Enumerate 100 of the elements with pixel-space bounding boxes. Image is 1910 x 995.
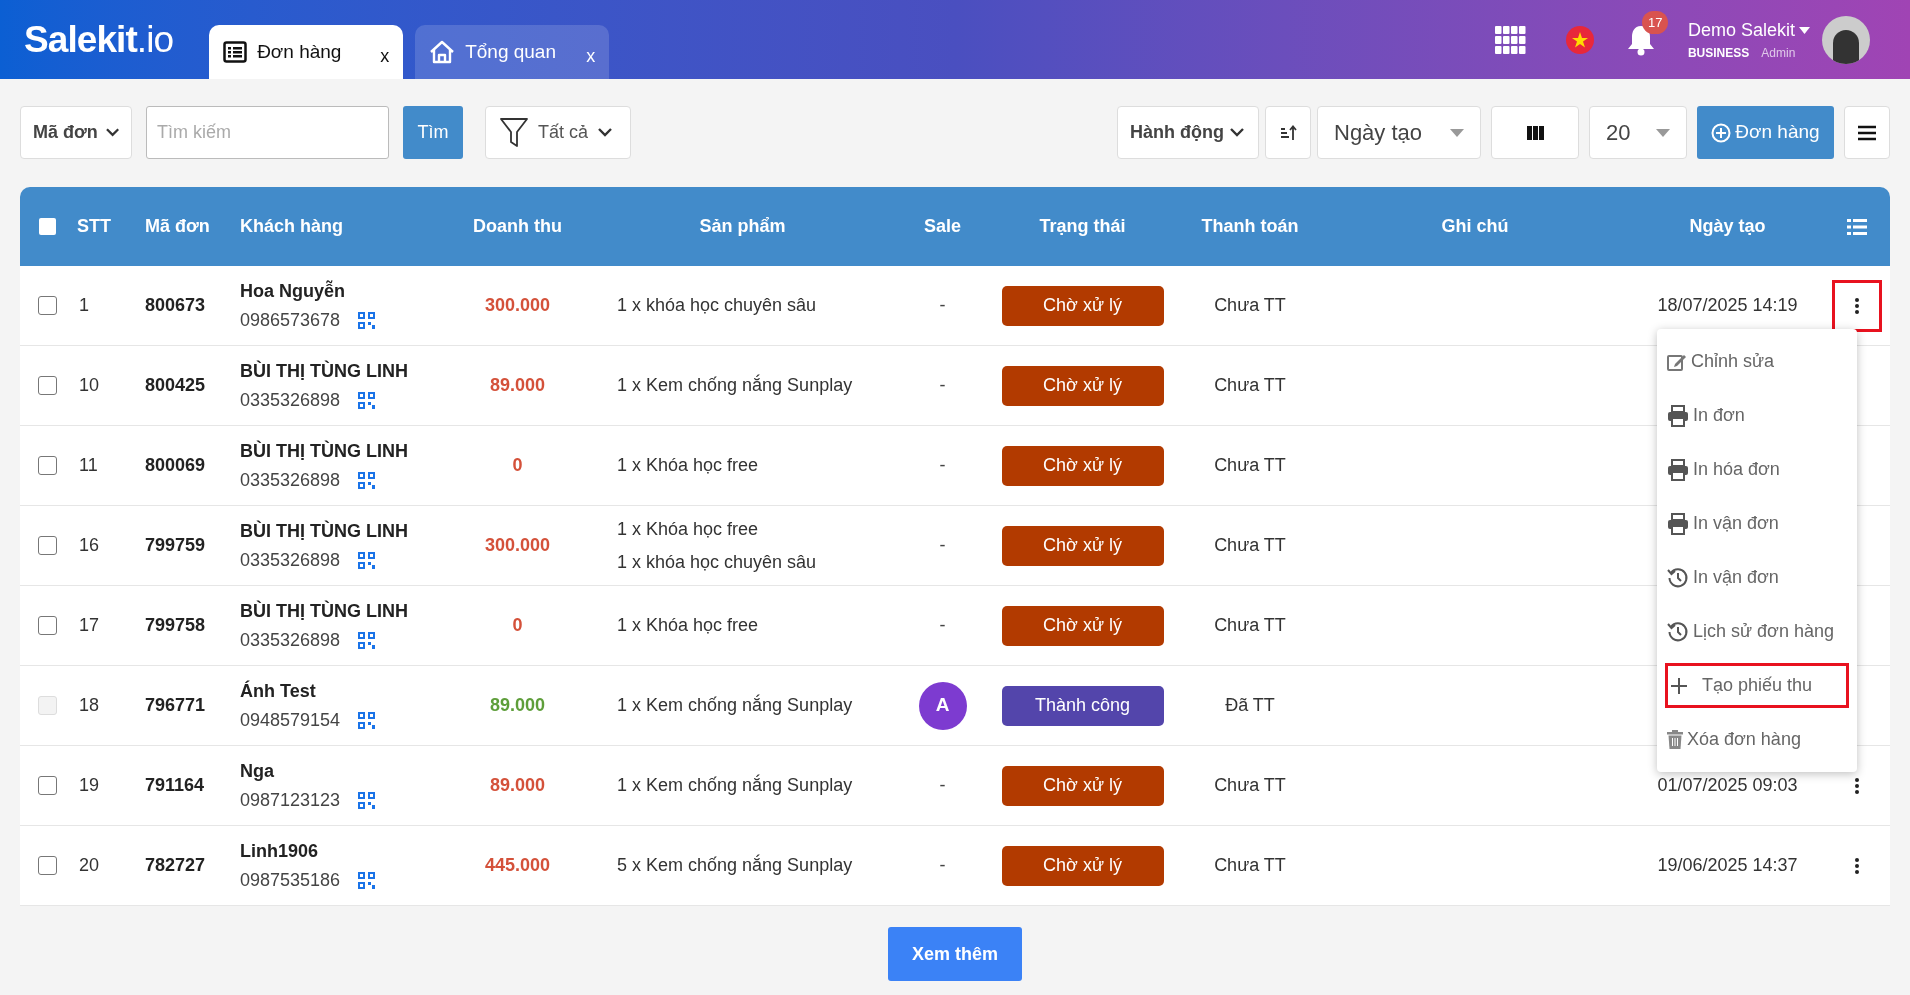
status-badge: Chờ xử lý [1001, 605, 1164, 646]
apps-grid-icon[interactable] [1494, 25, 1526, 54]
filter-select[interactable]: Tất cả [485, 106, 631, 159]
columns-icon [1526, 125, 1544, 140]
qr-code-icon [358, 791, 376, 809]
order-code[interactable]: 782727 [145, 855, 206, 875]
menu-item[interactable]: In đơn [1665, 393, 1849, 438]
row-number: 17 [78, 615, 100, 635]
product-line: 1 x khóa học chuyên sâu [617, 550, 818, 574]
search-field[interactable]: Tìm kiếm [146, 106, 389, 159]
customer-name[interactable]: Hoa Nguyễn [240, 277, 445, 305]
created-date: 18/07/2025 14:19 [1657, 295, 1798, 315]
row-checkbox[interactable] [38, 296, 57, 315]
field-select[interactable]: Mã đơn [20, 106, 132, 159]
menu-item[interactable]: Xóa đơn hàng [1665, 717, 1849, 762]
menu-item[interactable]: Tạo phiếu thu [1665, 663, 1849, 708]
printer-icon [1667, 458, 1689, 481]
column-header[interactable]: Thanh toán [1175, 213, 1325, 240]
menu-button[interactable] [1844, 106, 1890, 159]
row-checkbox[interactable] [38, 376, 57, 395]
more-options-icon[interactable] [1854, 296, 1860, 315]
status-badge: Chờ xử lý [1001, 765, 1164, 806]
menu-icon [1858, 124, 1876, 141]
order-code[interactable]: 799759 [145, 535, 206, 555]
role-label: Admin [1761, 45, 1796, 62]
avatar[interactable] [1822, 15, 1870, 64]
menu-item[interactable]: In vận đơn [1665, 555, 1849, 600]
page-size-select[interactable]: 20 [1589, 106, 1687, 159]
product-line: 5 x Kem chống nắng Sunplay [617, 853, 854, 877]
row-checkbox[interactable] [38, 536, 57, 555]
customer-name[interactable]: Nga [240, 757, 445, 785]
list-icon [223, 41, 248, 63]
more-options-icon[interactable] [1854, 856, 1860, 875]
vietnam-flag-icon[interactable] [1565, 25, 1594, 54]
column-header[interactable]: Sale [895, 213, 990, 240]
add-order-button[interactable]: Đơn hàng [1697, 106, 1834, 159]
row-checkbox[interactable] [38, 616, 57, 635]
status-badge: Chờ xử lý [1001, 285, 1164, 326]
status-badge: Chờ xử lý [1001, 845, 1164, 886]
row-number: 11 [78, 455, 98, 475]
plus-icon [1670, 676, 1688, 695]
order-code[interactable]: 800673 [145, 295, 206, 315]
revenue: 89.000 [489, 775, 546, 795]
load-more-button[interactable]: Xem thêm [888, 927, 1022, 981]
tab-close[interactable]: x [380, 42, 390, 70]
customer-name[interactable]: BÙI THỊ TÙNG LINH [240, 517, 445, 545]
column-header[interactable]: Doanh thu [445, 213, 590, 240]
menu-item[interactable]: Lịch sử đơn hàng [1665, 609, 1849, 654]
trash-icon [1667, 730, 1683, 749]
user-name[interactable]: Demo Salekit [1687, 17, 1795, 44]
customer-name[interactable]: BÙI THỊ TÙNG LINH [240, 437, 445, 465]
column-header[interactable]: Mã đơn [145, 213, 240, 240]
action-select[interactable]: Hành động [1117, 106, 1259, 159]
logo[interactable]: Salekit.io [24, 21, 174, 58]
column-header[interactable]: Sản phẩm [590, 213, 895, 240]
product-line: 1 x Khóa học free [617, 614, 760, 637]
qr-code-icon [358, 871, 376, 889]
row-checkbox[interactable] [38, 856, 57, 875]
row-checkbox[interactable] [38, 776, 57, 795]
customer-name[interactable]: BÙI THỊ TÙNG LINH [240, 597, 445, 625]
menu-item[interactable]: In vận đơn [1665, 501, 1849, 546]
customer-phone: 0986573678 [240, 308, 341, 332]
column-header[interactable]: Ngày tạo [1625, 213, 1830, 240]
order-code[interactable]: 799758 [145, 615, 206, 635]
more-options-icon[interactable] [1854, 776, 1860, 795]
revenue: 300.000 [484, 535, 551, 555]
columns-button[interactable] [1491, 106, 1579, 159]
column-header[interactable]: Khách hàng [240, 213, 445, 240]
select-all-checkbox[interactable] [39, 218, 56, 235]
search-button[interactable]: Tìm [403, 106, 463, 159]
row-number: 1 [78, 295, 89, 315]
sale-value: - [939, 374, 946, 397]
column-header[interactable]: STT [75, 213, 145, 240]
row-checkbox[interactable] [38, 456, 57, 475]
column-list-icon[interactable] [1847, 218, 1867, 235]
sort-select[interactable]: Ngày tạo [1317, 106, 1481, 159]
row-number: 19 [78, 775, 100, 795]
column-header[interactable]: Ghi chú [1325, 213, 1625, 240]
sort-button[interactable] [1265, 106, 1311, 159]
menu-item[interactable]: Chỉnh sửa [1665, 339, 1849, 384]
customer-phone: 0335326898 [240, 468, 341, 492]
column-header[interactable]: Trạng thái [990, 213, 1175, 240]
sale-value: - [939, 774, 946, 797]
tab[interactable]: Đơn hàng x [209, 25, 404, 79]
payment-status: Chưa TT [1214, 855, 1286, 875]
sale-value: - [939, 454, 946, 477]
customer-name[interactable]: Linh1906 [240, 837, 445, 865]
status-badge: Chờ xử lý [1001, 445, 1164, 486]
order-code[interactable]: 791164 [145, 775, 205, 795]
menu-item[interactable]: In hóa đơn [1665, 447, 1849, 492]
payment-status: Chưa TT [1214, 455, 1286, 475]
customer-name[interactable]: BÙI THỊ TÙNG LINH [240, 357, 445, 385]
order-code[interactable]: 800425 [145, 375, 206, 395]
customer-phone: 0335326898 [240, 628, 341, 652]
revenue: 445.000 [484, 855, 551, 875]
revenue: 89.000 [489, 695, 546, 715]
sale-value: - [939, 294, 946, 317]
order-code[interactable]: 800069 [145, 455, 206, 475]
tab[interactable]: Tổng quan x [415, 25, 610, 79]
tab-close[interactable]: x [586, 42, 596, 70]
